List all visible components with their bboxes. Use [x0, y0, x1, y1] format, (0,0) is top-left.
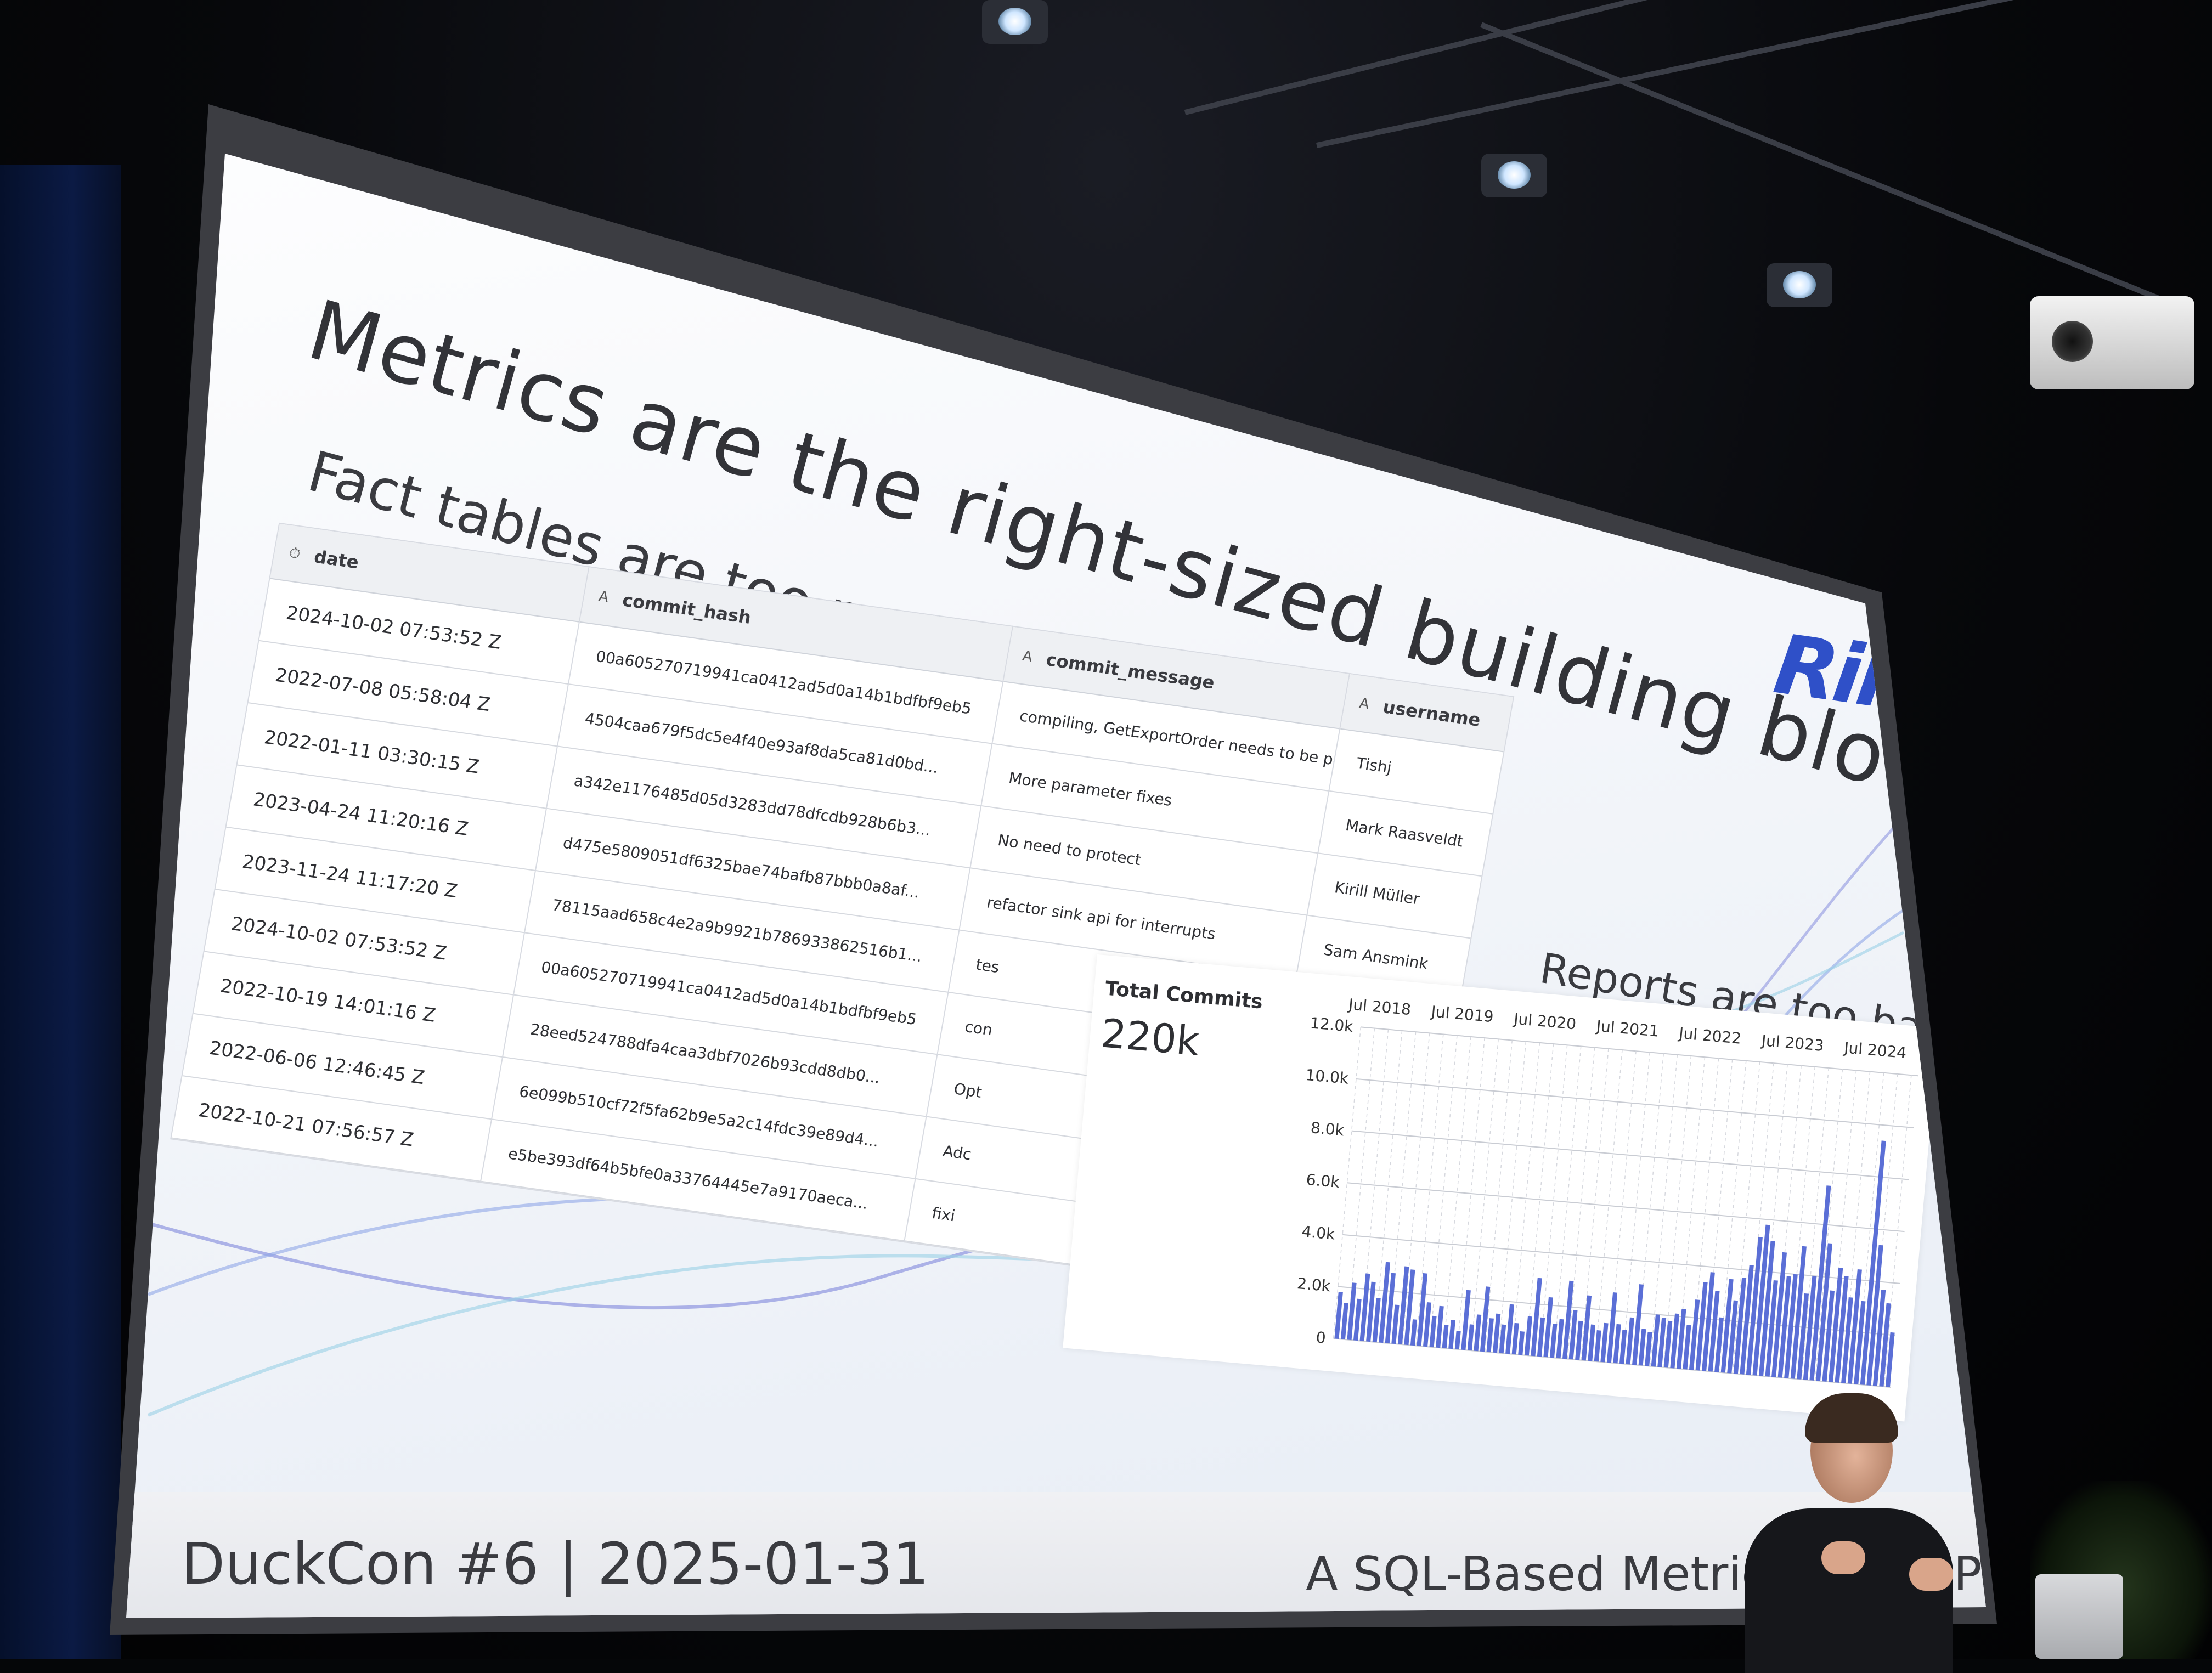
- chart-bar: [1638, 1329, 1646, 1366]
- stage-curtain: [0, 165, 121, 1659]
- x-tick-label: Jul 2019: [1429, 1002, 1494, 1026]
- chart-bar: [1467, 1324, 1475, 1351]
- x-tick-label: Jul 2021: [1595, 1017, 1660, 1041]
- chart-bar: [1549, 1324, 1558, 1358]
- stage-spotlight: [1767, 263, 1832, 307]
- chart-bar: [1588, 1324, 1596, 1361]
- y-tick-label: 2.0k: [1296, 1274, 1331, 1295]
- footer-event: DuckCon #6: [181, 1530, 539, 1597]
- footer-separator: |: [558, 1530, 578, 1597]
- text-type-icon: A: [1021, 647, 1034, 666]
- chart-bar: [1537, 1317, 1545, 1357]
- dashboard-chart-card: Total Commits 220k 0 2.0k 4.0k 6.0k 8.0k 10.0…: [1063, 954, 1939, 1422]
- text-type-icon: A: [1358, 695, 1371, 713]
- chart-bar: [1442, 1324, 1449, 1349]
- projector: [2030, 296, 2194, 389]
- laptop: [2035, 1574, 2123, 1659]
- lighting-truss: [1316, 0, 2212, 148]
- chart-bar: [1340, 1303, 1348, 1340]
- chart-bar: [1645, 1332, 1652, 1366]
- chart-bar: [1575, 1320, 1583, 1360]
- lighting-truss: [1480, 22, 2194, 315]
- column-header-label: commit_hash: [620, 589, 753, 628]
- y-tick-label: 12.0k: [1310, 1014, 1355, 1036]
- y-tick-label: 10.0k: [1305, 1066, 1350, 1088]
- chart-bar: [1556, 1319, 1564, 1359]
- chart-bar: [1511, 1322, 1519, 1355]
- column-header-label: date: [312, 546, 360, 573]
- chart-bar: [1613, 1324, 1621, 1364]
- chart-bar: [1448, 1320, 1455, 1349]
- y-tick-label: 8.0k: [1310, 1118, 1345, 1139]
- chart-bar: [1493, 1313, 1501, 1353]
- chart-bar: [1410, 1319, 1418, 1346]
- chart-bar: [1518, 1331, 1525, 1355]
- chart-bar: [1619, 1330, 1627, 1364]
- chart-gridline: [1347, 1182, 1905, 1233]
- stage-spotlight: [1481, 154, 1547, 197]
- x-tick-label: Jul 2023: [1760, 1031, 1825, 1055]
- kpi-value: 220k: [1099, 1010, 1201, 1065]
- commits-bar-chart: 0 2.0k 4.0k 6.0k 8.0k 10.0k 12.0kJul 2018 Jul 2…: [1296, 995, 1918, 1388]
- chart-bar: [1594, 1330, 1601, 1362]
- presenter: [1728, 1393, 1959, 1673]
- clock-icon: ⏱: [287, 544, 302, 562]
- y-tick-label: 6.0k: [1306, 1171, 1341, 1191]
- chart-bar: [1429, 1315, 1437, 1348]
- x-tick-label: Jul 2024: [1842, 1038, 1907, 1062]
- lighting-truss: [1184, 0, 2197, 115]
- chart-bar: [1391, 1304, 1400, 1344]
- column-header-label: commit_message: [1044, 649, 1216, 693]
- chart-gridline: [1351, 1130, 1909, 1180]
- y-tick-label: 4.0k: [1301, 1222, 1336, 1243]
- chart-bar: [1474, 1314, 1482, 1352]
- column-header-label: username: [1381, 696, 1482, 731]
- chart-bar: [1600, 1322, 1609, 1363]
- footer-date: 2025-01-31: [597, 1530, 929, 1597]
- kpi-label: Total Commits: [1104, 977, 1264, 1014]
- chart-bar: [1436, 1305, 1444, 1348]
- slide-footer-left: DuckCon #6 | 2025-01-31: [181, 1530, 929, 1597]
- x-tick-label: Jul 2018: [1347, 995, 1412, 1019]
- chart-bar: [1353, 1298, 1362, 1341]
- chart-bar: [1524, 1316, 1533, 1356]
- x-tick-label: Jul 2022: [1677, 1024, 1742, 1048]
- x-tick-label: Jul 2020: [1512, 1010, 1577, 1033]
- stage-spotlight: [982, 0, 1048, 44]
- chart-gridline: [1356, 1078, 1914, 1128]
- text-type-icon: A: [597, 588, 610, 606]
- chart-bar: [1454, 1331, 1461, 1350]
- y-tick-label: 0: [1315, 1328, 1327, 1347]
